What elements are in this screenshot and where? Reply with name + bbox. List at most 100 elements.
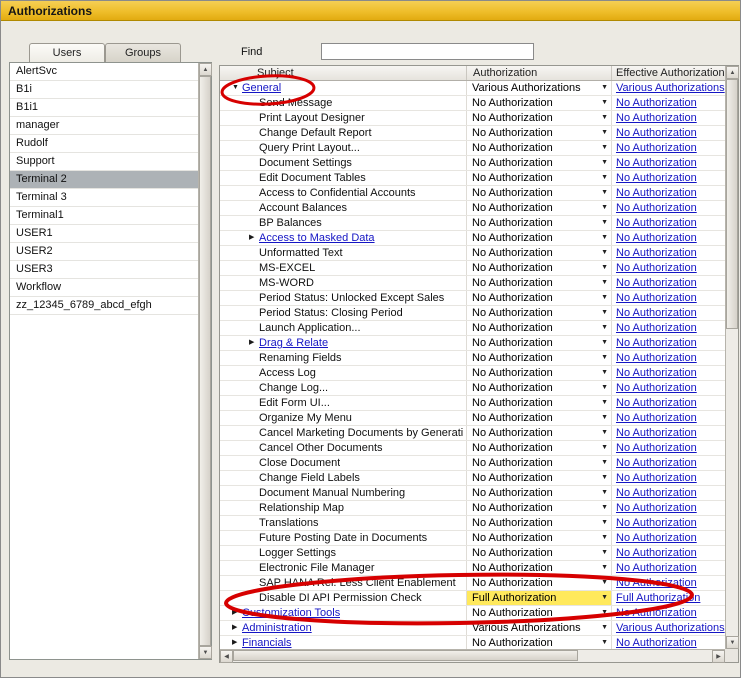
table-hscrollbar[interactable]: ◀ ▶ xyxy=(220,649,725,662)
window-titlebar[interactable]: Authorizations xyxy=(1,1,740,21)
effective-authorization-link[interactable]: No Authorization xyxy=(616,367,697,379)
dropdown-icon[interactable]: ▼ xyxy=(601,201,608,215)
effective-authorization-link[interactable]: Full Authorization xyxy=(616,592,700,604)
dropdown-icon[interactable]: ▼ xyxy=(601,636,608,650)
table-vscroll-track[interactable] xyxy=(726,79,738,636)
dropdown-icon[interactable]: ▼ xyxy=(601,396,608,410)
user-list-scroll-thumb[interactable] xyxy=(199,76,211,646)
expand-icon[interactable]: ▶ xyxy=(232,606,242,620)
expand-icon[interactable]: ▶ xyxy=(232,636,242,650)
scroll-left-icon[interactable]: ◀ xyxy=(220,650,233,663)
authorization-dropdown[interactable]: No Authorization▼ xyxy=(467,561,612,575)
scroll-right-icon[interactable]: ▶ xyxy=(712,650,725,663)
effective-authorization-link[interactable]: No Authorization xyxy=(616,607,697,619)
tab-groups[interactable]: Groups xyxy=(105,43,181,62)
subject-group-link[interactable]: Access to Masked Data xyxy=(259,231,375,245)
table-hscroll-thumb[interactable] xyxy=(233,650,578,661)
user-list-item[interactable]: zz_12345_6789_abcd_efgh xyxy=(10,297,198,315)
dropdown-icon[interactable]: ▼ xyxy=(601,291,608,305)
effective-authorization-link[interactable]: No Authorization xyxy=(616,397,697,409)
dropdown-icon[interactable]: ▼ xyxy=(601,351,608,365)
collapse-icon[interactable]: ▼ xyxy=(232,81,242,95)
effective-authorization-link[interactable]: No Authorization xyxy=(616,142,697,154)
effective-authorization-link[interactable]: No Authorization xyxy=(616,382,697,394)
user-list-item[interactable]: USER2 xyxy=(10,243,198,261)
dropdown-icon[interactable]: ▼ xyxy=(601,366,608,380)
effective-authorization-link[interactable]: No Authorization xyxy=(616,127,697,139)
scroll-down-icon[interactable]: ▼ xyxy=(726,636,739,649)
dropdown-icon[interactable]: ▼ xyxy=(601,261,608,275)
effective-authorization-link[interactable]: No Authorization xyxy=(616,172,697,184)
effective-authorization-link[interactable]: No Authorization xyxy=(616,187,697,199)
user-list-item[interactable]: AlertSvc xyxy=(10,63,198,81)
authorization-dropdown[interactable]: No Authorization▼ xyxy=(467,216,612,230)
expand-icon[interactable]: ▶ xyxy=(249,231,259,245)
effective-authorization-link[interactable]: No Authorization xyxy=(616,577,697,589)
effective-authorization-link[interactable]: No Authorization xyxy=(616,472,697,484)
dropdown-icon[interactable]: ▼ xyxy=(601,426,608,440)
authorization-dropdown[interactable]: No Authorization▼ xyxy=(467,291,612,305)
dropdown-icon[interactable]: ▼ xyxy=(601,81,608,95)
user-list-item[interactable]: Terminal1 xyxy=(10,207,198,225)
subject-group-link[interactable]: Financials xyxy=(242,636,292,650)
authorization-dropdown[interactable]: No Authorization▼ xyxy=(467,231,612,245)
authorization-dropdown[interactable]: Various Authorizations▼ xyxy=(467,81,612,95)
dropdown-icon[interactable]: ▼ xyxy=(601,321,608,335)
authorization-dropdown[interactable]: No Authorization▼ xyxy=(467,501,612,515)
effective-authorization-link[interactable]: No Authorization xyxy=(616,637,697,649)
subject-group-link[interactable]: General xyxy=(242,81,281,95)
dropdown-icon[interactable]: ▼ xyxy=(601,621,608,635)
effective-authorization-link[interactable]: No Authorization xyxy=(616,442,697,454)
effective-authorization-link[interactable]: No Authorization xyxy=(616,277,697,289)
user-list-item[interactable]: Support xyxy=(10,153,198,171)
dropdown-icon[interactable]: ▼ xyxy=(601,156,608,170)
authorization-dropdown[interactable]: No Authorization▼ xyxy=(467,606,612,620)
authorization-dropdown[interactable]: No Authorization▼ xyxy=(467,546,612,560)
authorization-dropdown[interactable]: No Authorization▼ xyxy=(467,576,612,590)
scroll-up-icon[interactable]: ▲ xyxy=(726,66,739,79)
effective-authorization-link[interactable]: No Authorization xyxy=(616,487,697,499)
effective-authorization-link[interactable]: No Authorization xyxy=(616,427,697,439)
effective-authorization-link[interactable]: No Authorization xyxy=(616,532,697,544)
scroll-up-icon[interactable]: ▲ xyxy=(199,63,212,76)
scroll-down-icon[interactable]: ▼ xyxy=(199,646,212,659)
find-input[interactable] xyxy=(321,43,534,60)
dropdown-icon[interactable]: ▼ xyxy=(601,246,608,260)
dropdown-icon[interactable]: ▼ xyxy=(601,111,608,125)
authorization-dropdown[interactable]: No Authorization▼ xyxy=(467,306,612,320)
effective-authorization-link[interactable]: No Authorization xyxy=(616,517,697,529)
dropdown-icon[interactable]: ▼ xyxy=(601,441,608,455)
authorization-dropdown[interactable]: No Authorization▼ xyxy=(467,201,612,215)
effective-authorization-link[interactable]: No Authorization xyxy=(616,157,697,169)
authorization-dropdown[interactable]: No Authorization▼ xyxy=(467,516,612,530)
effective-authorization-link[interactable]: Various Authorizations xyxy=(616,82,725,94)
effective-authorization-link[interactable]: No Authorization xyxy=(616,97,697,109)
authorization-dropdown[interactable]: No Authorization▼ xyxy=(467,486,612,500)
dropdown-icon[interactable]: ▼ xyxy=(601,531,608,545)
effective-authorization-link[interactable]: No Authorization xyxy=(616,322,697,334)
authorization-dropdown[interactable]: No Authorization▼ xyxy=(467,531,612,545)
user-list-item[interactable]: B1i1 xyxy=(10,99,198,117)
dropdown-icon[interactable]: ▼ xyxy=(601,126,608,140)
effective-authorization-link[interactable]: No Authorization xyxy=(616,232,697,244)
table-vscroll-thumb[interactable] xyxy=(726,79,738,329)
authorization-dropdown[interactable]: No Authorization▼ xyxy=(467,381,612,395)
authorization-dropdown[interactable]: No Authorization▼ xyxy=(467,111,612,125)
authorization-dropdown[interactable]: No Authorization▼ xyxy=(467,456,612,470)
effective-authorization-link[interactable]: No Authorization xyxy=(616,457,697,469)
authorization-dropdown[interactable]: No Authorization▼ xyxy=(467,186,612,200)
dropdown-icon[interactable]: ▼ xyxy=(601,96,608,110)
dropdown-icon[interactable]: ▼ xyxy=(601,276,608,290)
user-list-item[interactable]: USER3 xyxy=(10,261,198,279)
dropdown-icon[interactable]: ▼ xyxy=(601,231,608,245)
effective-authorization-link[interactable]: No Authorization xyxy=(616,547,697,559)
dropdown-icon[interactable]: ▼ xyxy=(601,171,608,185)
dropdown-icon[interactable]: ▼ xyxy=(601,411,608,425)
dropdown-icon[interactable]: ▼ xyxy=(601,606,608,620)
authorization-dropdown[interactable]: No Authorization▼ xyxy=(467,126,612,140)
authorization-dropdown[interactable]: No Authorization▼ xyxy=(467,156,612,170)
authorization-dropdown[interactable]: No Authorization▼ xyxy=(467,636,612,650)
user-list-item[interactable]: Workflow xyxy=(10,279,198,297)
authorization-dropdown[interactable]: Full Authorization▼ xyxy=(467,591,612,605)
dropdown-icon[interactable]: ▼ xyxy=(601,516,608,530)
